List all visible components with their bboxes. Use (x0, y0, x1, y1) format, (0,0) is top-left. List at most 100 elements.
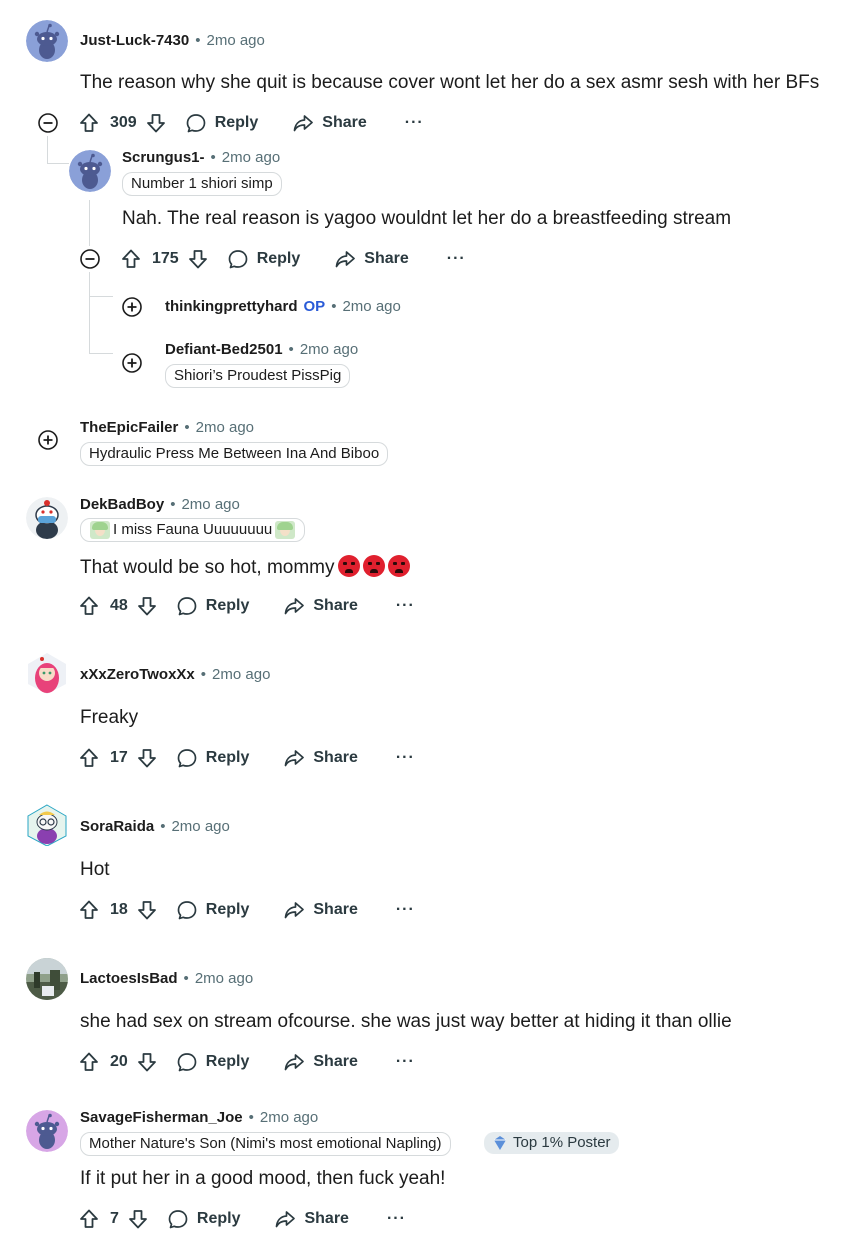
more-options-button[interactable]: ··· (396, 1053, 415, 1071)
thread-line[interactable] (89, 353, 113, 354)
downvote-button[interactable] (136, 1051, 158, 1073)
more-options-button[interactable]: ··· (447, 250, 466, 268)
share-label: Share (322, 114, 367, 131)
arrow-up-icon (78, 595, 100, 617)
reply-button[interactable]: Reply (176, 595, 249, 617)
downvote-button[interactable] (127, 1208, 149, 1230)
vote-score: 48 (110, 597, 128, 614)
avatar[interactable] (69, 150, 111, 192)
username[interactable]: SavageFisherman_Joe (80, 1109, 243, 1126)
flair-emoji-image (275, 520, 296, 539)
username[interactable]: LactoesIsBad (80, 970, 178, 987)
user-flair: Number 1 shiori simp (122, 172, 282, 196)
username[interactable]: TheEpicFailer (80, 419, 178, 436)
downvote-button[interactable] (136, 747, 158, 769)
share-button[interactable]: Share (283, 899, 358, 921)
avatar[interactable] (26, 497, 68, 539)
vote-score: 7 (110, 1210, 119, 1227)
more-options-button[interactable]: ··· (396, 597, 415, 615)
upvote-button[interactable] (78, 747, 100, 769)
timestamp[interactable]: 2mo ago (196, 419, 254, 436)
arrow-up-icon (78, 747, 100, 769)
upvote-button[interactable] (78, 595, 100, 617)
thread-line[interactable] (89, 200, 90, 246)
timestamp[interactable]: 2mo ago (206, 32, 264, 49)
comment-meta: xXxZeroTwoxXx • 2mo ago (80, 666, 270, 683)
downvote-button[interactable] (145, 112, 167, 134)
timestamp[interactable]: 2mo ago (195, 970, 253, 987)
reply-label: Reply (256, 250, 301, 267)
username[interactable]: SoraRaida (80, 818, 154, 835)
action-bar: 175 Reply Share ··· (120, 244, 466, 274)
username[interactable]: DekBadBoy (80, 496, 164, 513)
share-button[interactable]: Share (292, 112, 367, 134)
downvote-button[interactable] (136, 595, 158, 617)
arrow-down-icon (127, 1208, 149, 1230)
share-button[interactable]: Share (334, 248, 409, 270)
top-poster-icon (494, 1135, 506, 1150)
separator: • (184, 419, 190, 436)
share-arrow-icon (283, 595, 305, 617)
share-arrow-icon (283, 899, 305, 921)
thread-line[interactable] (89, 272, 90, 354)
downvote-button[interactable] (136, 899, 158, 921)
avatar[interactable] (26, 804, 68, 846)
timestamp[interactable]: 2mo ago (342, 298, 400, 315)
upvote-button[interactable] (78, 899, 100, 921)
minus-circle-icon (79, 248, 101, 270)
timestamp[interactable]: 2mo ago (300, 341, 358, 358)
vote-score: 309 (110, 114, 137, 131)
avatar[interactable] (26, 652, 68, 694)
avatar[interactable] (26, 20, 68, 62)
avatar[interactable] (26, 958, 68, 1000)
reply-button[interactable]: Reply (185, 112, 258, 134)
upvote-button[interactable] (78, 1051, 100, 1073)
share-button[interactable]: Share (283, 1051, 358, 1073)
reply-button[interactable]: Reply (176, 1051, 249, 1073)
upvote-button[interactable] (120, 248, 142, 270)
share-button[interactable]: Share (283, 595, 358, 617)
collapse-thread-button[interactable] (37, 112, 59, 134)
separator: • (288, 341, 294, 358)
thread-line[interactable] (89, 296, 113, 297)
username[interactable]: Defiant-Bed2501 (165, 341, 283, 358)
username[interactable]: xXxZeroTwoxXx (80, 666, 195, 683)
upvote-button[interactable] (78, 112, 100, 134)
more-options-button[interactable]: ··· (405, 114, 424, 132)
upvote-button[interactable] (78, 1208, 100, 1230)
expand-thread-button[interactable] (37, 429, 59, 451)
more-options-button[interactable]: ··· (387, 1210, 406, 1228)
thread-line[interactable] (47, 136, 48, 164)
avatar[interactable] (26, 1110, 68, 1152)
reply-label: Reply (196, 1210, 241, 1227)
timestamp[interactable]: 2mo ago (222, 149, 280, 166)
more-options-button[interactable]: ··· (396, 749, 415, 767)
reply-button[interactable]: Reply (176, 899, 249, 921)
reply-button[interactable]: Reply (176, 747, 249, 769)
vote-score: 175 (152, 250, 179, 267)
timestamp[interactable]: 2mo ago (260, 1109, 318, 1126)
expand-thread-button[interactable] (121, 296, 143, 318)
downvote-button[interactable] (187, 248, 209, 270)
username[interactable]: Scrungus1- (122, 149, 205, 166)
username[interactable]: Just-Luck-7430 (80, 32, 189, 49)
share-label: Share (364, 250, 409, 267)
share-arrow-icon (274, 1208, 296, 1230)
username[interactable]: thinkingprettyhard (165, 298, 298, 315)
timestamp[interactable]: 2mo ago (181, 496, 239, 513)
share-button[interactable]: Share (274, 1208, 349, 1230)
reply-button[interactable]: Reply (167, 1208, 241, 1230)
share-label: Share (313, 901, 358, 918)
timestamp[interactable]: 2mo ago (212, 666, 270, 683)
separator: • (183, 970, 189, 987)
share-button[interactable]: Share (283, 747, 358, 769)
more-options-button[interactable]: ··· (396, 901, 415, 919)
user-flair-text: I miss Fauna Uuuuuuuu (113, 521, 273, 538)
thread-line[interactable] (47, 163, 69, 164)
reply-button[interactable]: Reply (227, 248, 301, 270)
timestamp[interactable]: 2mo ago (171, 818, 229, 835)
comment-body: The reason why she quit is because cover… (80, 72, 820, 93)
collapse-thread-button[interactable] (79, 248, 101, 270)
expand-thread-button[interactable] (121, 352, 143, 374)
share-label: Share (313, 597, 358, 614)
